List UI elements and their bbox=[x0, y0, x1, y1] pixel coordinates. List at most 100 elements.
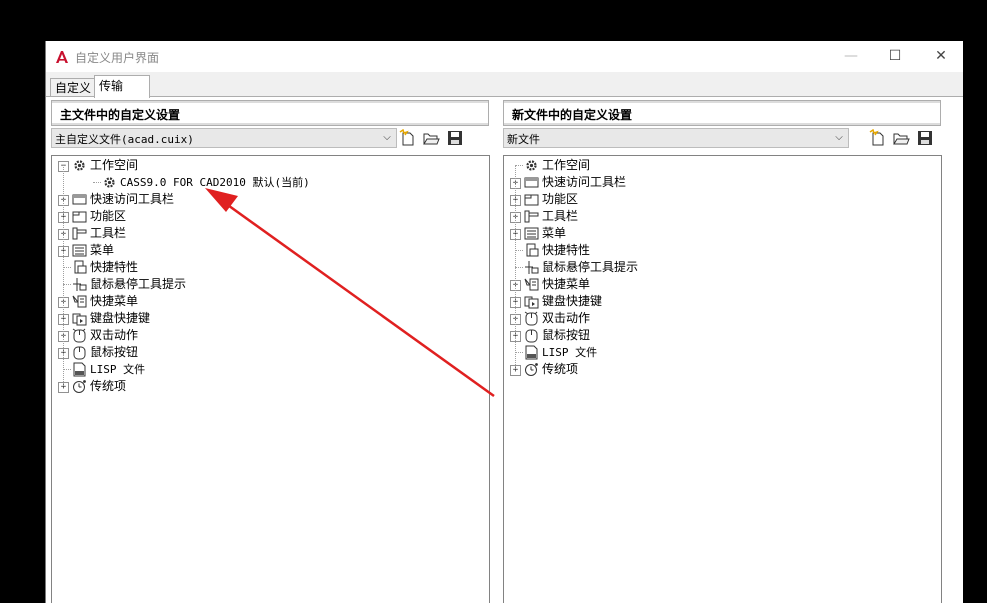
menu-icon bbox=[72, 244, 87, 257]
tree-node[interactable]: 鼠标悬停工具提示 bbox=[504, 259, 934, 276]
quick-access-toolbar-icon bbox=[524, 177, 539, 188]
tree-node-label: 快速访问工具栏 bbox=[542, 175, 627, 189]
tree-node[interactable]: LISP 文件 bbox=[52, 361, 482, 378]
tree-node-label: 功能区 bbox=[542, 192, 579, 206]
tree-node[interactable]: + 快捷菜单 bbox=[504, 276, 934, 293]
main-file-header: 主文件中的自定义设置 bbox=[51, 100, 489, 126]
tree-node[interactable]: + 传统项 bbox=[52, 378, 482, 395]
open-folder-icon[interactable] bbox=[892, 129, 910, 147]
new-file-icon[interactable] bbox=[869, 129, 887, 147]
tree-guide-line bbox=[515, 165, 516, 369]
tree-guide-line bbox=[63, 165, 64, 386]
main-file-tree[interactable]: − 工作空间 CASS9.0 FOR CAD2010 默认(当前) + 快速访问工具栏 +… bbox=[51, 155, 490, 603]
tree-node[interactable]: 快捷特性 bbox=[504, 242, 934, 259]
tree-node[interactable]: + 工具栏 bbox=[504, 208, 934, 225]
tree-connector bbox=[515, 352, 523, 353]
tree-node[interactable]: 鼠标悬停工具提示 bbox=[52, 276, 482, 293]
ribbon-icon bbox=[72, 211, 87, 223]
tree-node[interactable]: + 快捷菜单 bbox=[52, 293, 482, 310]
tree-node[interactable]: + 双击动作 bbox=[504, 310, 934, 327]
tab-transfer[interactable]: 传输 bbox=[94, 75, 150, 98]
quick-access-toolbar-icon bbox=[72, 194, 87, 205]
shortcut-menu-icon bbox=[72, 295, 87, 308]
chevron-down-icon[interactable]: ⌵ bbox=[380, 130, 394, 146]
toolbar-icon bbox=[72, 227, 87, 240]
tree-node-label: 键盘快捷键 bbox=[542, 294, 603, 308]
tree-node-label: 快捷菜单 bbox=[90, 294, 139, 308]
new-file-header-label: 新文件中的自定义设置 bbox=[512, 108, 633, 122]
tab-customize[interactable]: 自定义 bbox=[50, 78, 98, 97]
lisp-file-icon bbox=[73, 362, 86, 377]
legacy-icon bbox=[525, 363, 538, 376]
customize-ui-dialog: 自定义用户界面 — ☐ ✕ 自定义 传输 主文件中的自定义设置 主自定义文件(a… bbox=[45, 41, 963, 603]
tree-node[interactable]: + 双击动作 bbox=[52, 327, 482, 344]
tree-node-label: LISP 文件 bbox=[542, 346, 598, 359]
tree-node[interactable]: + 快速访问工具栏 bbox=[504, 174, 934, 191]
tree-node-label: 键盘快捷键 bbox=[90, 311, 151, 325]
main-file-header-label: 主文件中的自定义设置 bbox=[60, 108, 181, 122]
tree-node[interactable]: CASS9.0 FOR CAD2010 默认(当前) bbox=[52, 174, 482, 191]
tree-node[interactable]: + 鼠标按钮 bbox=[52, 344, 482, 361]
tree-node[interactable]: + 鼠标按钮 bbox=[504, 327, 934, 344]
tree-node[interactable]: + 菜单 bbox=[52, 242, 482, 259]
maximize-button[interactable]: ☐ bbox=[872, 41, 918, 72]
tree-node[interactable]: LISP 文件 bbox=[504, 344, 934, 361]
tree-node-label: 快捷特性 bbox=[542, 243, 591, 257]
tree-node-label: 双击动作 bbox=[542, 311, 591, 325]
tree-node-label: 工作空间 bbox=[542, 158, 591, 172]
tree-node-label: 工具栏 bbox=[542, 209, 579, 223]
double-click-icon bbox=[72, 328, 86, 343]
chevron-down-icon[interactable]: ⌵ bbox=[832, 130, 846, 146]
close-button[interactable]: ✕ bbox=[918, 41, 963, 72]
tree-node-label: 快速访问工具栏 bbox=[90, 192, 175, 206]
main-file-panel: 主文件中的自定义设置 主自定义文件(acad.cuix) ⌵ − 工作空间 CASS… bbox=[51, 100, 491, 603]
quick-properties-icon bbox=[74, 260, 87, 274]
open-folder-icon[interactable] bbox=[422, 129, 440, 147]
tree-connector bbox=[63, 284, 71, 285]
tree-node[interactable]: + 工具栏 bbox=[52, 225, 482, 242]
tree-node[interactable]: + 键盘快捷键 bbox=[504, 293, 934, 310]
tree-node-label: 传统项 bbox=[90, 379, 127, 393]
window-title: 自定义用户界面 bbox=[75, 51, 160, 65]
gear-icon bbox=[104, 177, 115, 188]
tree-node[interactable]: + 菜单 bbox=[504, 225, 934, 242]
tree-node-label: 功能区 bbox=[90, 209, 127, 223]
legacy-icon bbox=[73, 380, 86, 393]
save-icon[interactable] bbox=[446, 129, 464, 147]
new-file-icon[interactable] bbox=[399, 129, 417, 147]
tree-node-label: 快捷菜单 bbox=[542, 277, 591, 291]
tree-connector bbox=[515, 250, 523, 251]
tree-node-label: LISP 文件 bbox=[90, 363, 146, 376]
tree-node[interactable]: + 功能区 bbox=[52, 208, 482, 225]
save-icon[interactable] bbox=[916, 129, 934, 147]
main-file-select[interactable]: 主自定义文件(acad.cuix) ⌵ bbox=[51, 128, 397, 148]
tree-node[interactable]: + 快速访问工具栏 bbox=[52, 191, 482, 208]
tree-node[interactable]: 快捷特性 bbox=[52, 259, 482, 276]
tree-node[interactable]: + 键盘快捷键 bbox=[52, 310, 482, 327]
double-click-icon bbox=[524, 311, 538, 326]
tree-node[interactable]: 工作空间 bbox=[504, 157, 934, 174]
tree-node-label: CASS9.0 FOR CAD2010 默认(当前) bbox=[120, 176, 310, 189]
tree-node-label: 工作空间 bbox=[90, 158, 139, 172]
main-file-select-value: 主自定义文件(acad.cuix) bbox=[55, 133, 194, 146]
rollover-tooltip-icon bbox=[525, 261, 539, 274]
tree-connector bbox=[63, 267, 71, 268]
minimize-button[interactable]: — bbox=[828, 41, 874, 72]
tree-connector bbox=[515, 165, 523, 166]
new-file-select-value: 新文件 bbox=[507, 133, 540, 146]
tree-node[interactable]: + 传统项 bbox=[504, 361, 934, 378]
transfer-tab-content: 主文件中的自定义设置 主自定义文件(acad.cuix) ⌵ − 工作空间 CASS… bbox=[46, 96, 963, 603]
tree-node[interactable]: − 工作空间 bbox=[52, 157, 482, 174]
ribbon-icon bbox=[524, 194, 539, 206]
new-file-select[interactable]: 新文件 ⌵ bbox=[503, 128, 849, 148]
title-bar: 自定义用户界面 — ☐ ✕ bbox=[46, 41, 963, 72]
tree-node-label: 传统项 bbox=[542, 362, 579, 376]
autocad-logo-icon bbox=[54, 49, 70, 65]
rollover-tooltip-icon bbox=[73, 278, 87, 291]
new-file-tree[interactable]: 工作空间 + 快速访问工具栏 + 功能区 + 工具栏 + 菜单 快捷特性鼠标悬停工具提示 + 快捷菜单… bbox=[503, 155, 942, 603]
tree-node-label: 菜单 bbox=[542, 226, 567, 240]
tree-node-label: 快捷特性 bbox=[90, 260, 139, 274]
tree-node-label: 工具栏 bbox=[90, 226, 127, 240]
keyboard-shortcut-icon bbox=[524, 296, 539, 309]
tree-node[interactable]: + 功能区 bbox=[504, 191, 934, 208]
